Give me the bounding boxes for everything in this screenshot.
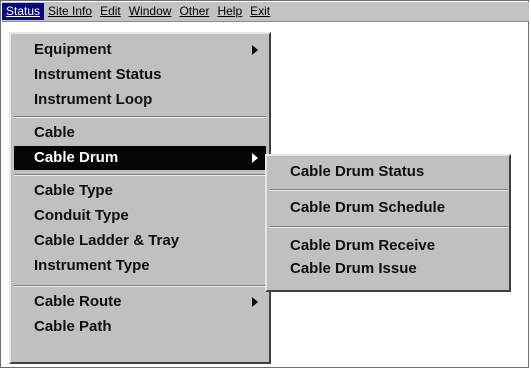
status-dropdown-menu: Equipment Instrument Status Instrument L… xyxy=(9,32,271,364)
menu-item-label: Cable Drum Schedule xyxy=(290,199,446,216)
submenu-arrow-icon xyxy=(252,153,258,163)
menu-item-label: Instrument Loop xyxy=(34,91,153,108)
menu-item-cable-drum-schedule[interactable]: Cable Drum Schedule xyxy=(270,196,508,220)
menu-item-label: Cable Type xyxy=(34,182,113,199)
menu-status[interactable]: Status xyxy=(2,3,45,20)
menu-item-label: Cable xyxy=(34,124,75,141)
menu-item-label: Cable Path xyxy=(34,318,112,335)
menu-item-cable-ladder-tray[interactable]: Cable Ladder & Tray xyxy=(14,229,266,253)
menu-separator xyxy=(14,285,266,287)
menu-item-equipment[interactable]: Equipment xyxy=(14,38,266,62)
menu-exit[interactable]: Exit xyxy=(246,3,274,20)
menu-item-label: Cable Drum Status xyxy=(290,163,425,180)
menu-item-conduit-type[interactable]: Conduit Type xyxy=(14,204,266,228)
menu-edit[interactable]: Edit xyxy=(96,3,125,20)
menu-item-cable-path[interactable]: Cable Path xyxy=(14,315,266,339)
menu-item-cable-drum-status[interactable]: Cable Drum Status xyxy=(270,160,508,184)
submenu-arrow-icon xyxy=(252,297,258,307)
menu-separator xyxy=(14,116,266,118)
menu-other[interactable]: Other xyxy=(175,3,213,20)
menu-item-label: Instrument Type xyxy=(34,257,150,274)
menu-separator xyxy=(270,226,508,228)
menu-item-cable-drum-issue[interactable]: Cable Drum Issue xyxy=(270,257,508,281)
submenu-arrow-icon xyxy=(252,45,258,55)
menu-item-label: Cable Ladder & Tray xyxy=(34,232,180,249)
menu-site-info[interactable]: Site Info xyxy=(44,3,96,20)
menu-item-label: Equipment xyxy=(34,41,112,58)
menu-item-cable-drum[interactable]: Cable Drum xyxy=(14,146,266,170)
menu-window[interactable]: Window xyxy=(125,3,176,20)
menu-bar: Status Site Info Edit Window Other Help … xyxy=(2,2,529,22)
menu-separator xyxy=(270,189,508,191)
cable-drum-submenu: Cable Drum Status Cable Drum Schedule Ca… xyxy=(265,154,511,292)
menu-item-label: Cable Drum Receive xyxy=(290,237,436,254)
menu-item-label: Instrument Status xyxy=(34,66,162,83)
menu-item-cable-drum-receive[interactable]: Cable Drum Receive xyxy=(270,234,508,258)
menu-item-instrument-status[interactable]: Instrument Status xyxy=(14,63,266,87)
menu-help[interactable]: Help xyxy=(213,3,246,20)
menu-item-cable-route[interactable]: Cable Route xyxy=(14,290,266,314)
menu-item-label: Cable Route xyxy=(34,293,122,310)
menu-item-label: Cable Drum xyxy=(34,149,119,166)
menu-item-cable-type[interactable]: Cable Type xyxy=(14,179,266,203)
menu-item-cable[interactable]: Cable xyxy=(14,121,266,145)
menu-separator xyxy=(14,174,266,176)
menu-item-label: Cable Drum Issue xyxy=(290,260,417,277)
menu-item-label: Conduit Type xyxy=(34,207,129,224)
menu-item-instrument-loop[interactable]: Instrument Loop xyxy=(14,88,266,112)
menu-item-instrument-type[interactable]: Instrument Type xyxy=(14,254,266,278)
